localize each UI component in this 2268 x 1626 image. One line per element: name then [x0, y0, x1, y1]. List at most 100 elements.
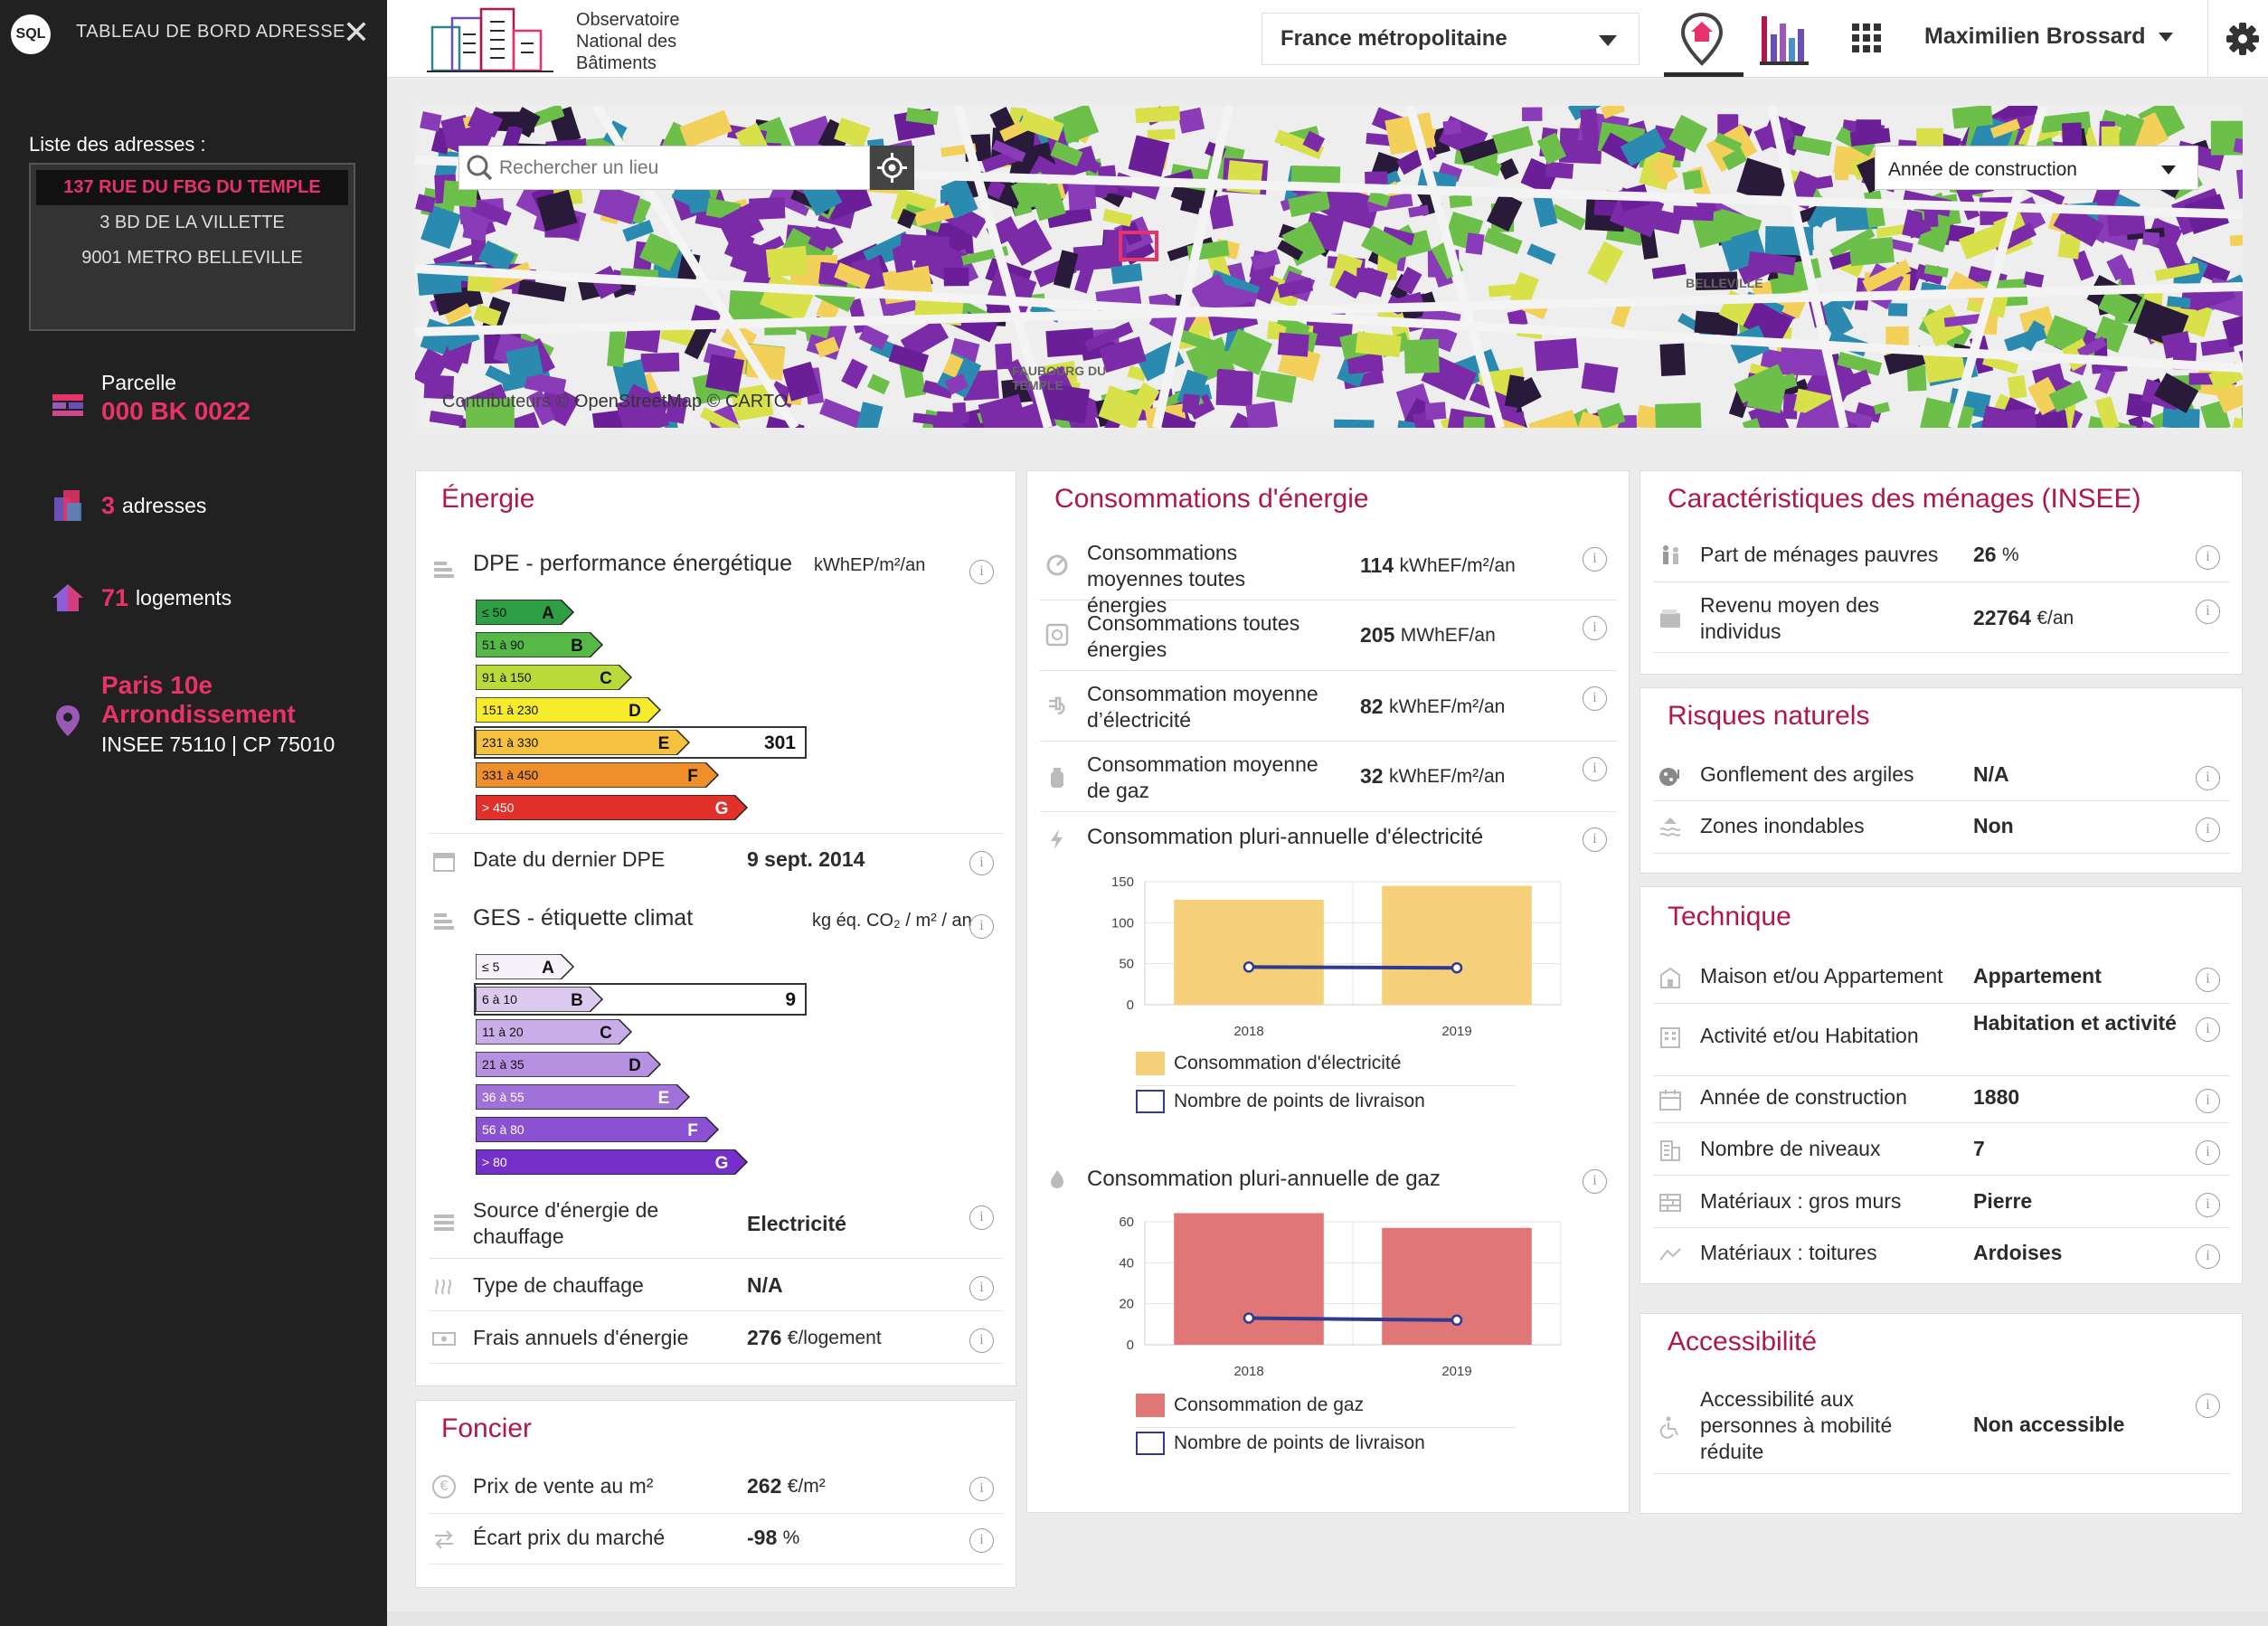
- svg-text:231 à 330: 231 à 330: [482, 735, 538, 750]
- map-layer-select[interactable]: Année de construction: [1875, 146, 2198, 190]
- argiles-label: Gonflement des argiles: [1700, 762, 1914, 786]
- info-icon[interactable]: i: [1583, 616, 1607, 640]
- map-building: [1103, 230, 1127, 262]
- address-item-1[interactable]: 137 RUE DU FBG DU TEMPLE: [36, 170, 348, 205]
- radiator-icon: [434, 1215, 454, 1231]
- map-building: [1465, 232, 1485, 255]
- svg-text:A: A: [542, 959, 554, 978]
- svg-text:D: D: [628, 702, 641, 721]
- info-icon[interactable]: i: [969, 1477, 994, 1501]
- y-tick-label: 50: [1119, 957, 1134, 972]
- info-icon[interactable]: i: [1583, 686, 1607, 711]
- info-icon[interactable]: i: [969, 851, 994, 875]
- tech-row-2-value: Habitation et activité: [1973, 1011, 2177, 1035]
- address-list: 137 RUE DU FBG DU TEMPLE 3 BD DE LA VILL…: [29, 163, 355, 331]
- info-icon[interactable]: i: [1583, 547, 1607, 572]
- accessibilite-value: Non accessible: [1973, 1413, 2125, 1436]
- dpe-date-label: Date du dernier DPE: [473, 847, 666, 871]
- info-icon[interactable]: i: [2196, 1017, 2220, 1042]
- map-view[interactable]: Année de construction BELLEVILLE FAUBOUR…: [415, 106, 2243, 428]
- map-pin-house-icon[interactable]: [1675, 11, 1729, 67]
- svg-text:56 à 80: 56 à 80: [482, 1122, 524, 1137]
- line-point: [1243, 961, 1255, 973]
- app-logo[interactable]: SQL: [11, 14, 51, 54]
- dpe-title: DPE - performance énergétique: [473, 551, 792, 576]
- info-icon[interactable]: i: [2196, 1089, 2220, 1113]
- tech-row-4-value: 7: [1973, 1137, 1985, 1160]
- osm-link[interactable]: OpenStreetMap: [574, 392, 702, 411]
- x-tick-label: 2018: [1233, 1364, 1263, 1379]
- gauge-icon: [1046, 554, 1068, 576]
- info-icon[interactable]: i: [1583, 1169, 1607, 1194]
- active-tab-indicator: [1664, 72, 1744, 77]
- gear-icon[interactable]: [2216, 11, 2268, 67]
- map-building: [607, 330, 627, 368]
- map-building: [1462, 416, 1485, 428]
- map-building: [1682, 169, 1703, 191]
- user-menu[interactable]: Maximilien Brossard: [1924, 24, 2173, 50]
- svg-text:> 80: > 80: [482, 1155, 507, 1169]
- gaz-legend-line[interactable]: Nombre de points de livraison: [1136, 1432, 1425, 1455]
- close-icon[interactable]: ✕: [340, 16, 373, 49]
- people-icon: [1663, 545, 1678, 564]
- carto-link[interactable]: CARTO: [725, 392, 788, 411]
- info-icon[interactable]: i: [2196, 818, 2220, 842]
- map-search-input[interactable]: [499, 156, 861, 179]
- info-icon[interactable]: i: [1583, 757, 1607, 781]
- card-foncier: Foncier € Prix de vente au m² 262 €/m² i…: [415, 1400, 1016, 1588]
- separator: [1040, 741, 1617, 742]
- elec-legend-bar[interactable]: Consommation d'électricité: [1136, 1052, 1401, 1075]
- info-icon[interactable]: i: [2196, 1140, 2220, 1165]
- ges-class-D: 21 à 35 D: [476, 1052, 662, 1077]
- gaz-legend-bar[interactable]: Consommation de gaz: [1136, 1394, 1364, 1417]
- info-icon[interactable]: i: [2196, 766, 2220, 790]
- conso-row-4-label: Consommation moyenne de gaz: [1087, 752, 1318, 802]
- dpe-class-B: 51 à 90 B: [476, 632, 604, 657]
- address-item-2[interactable]: 3 BD DE LA VILLETTE: [36, 205, 348, 241]
- elec-legend-line[interactable]: Nombre de points de livraison: [1136, 1090, 1425, 1113]
- map-building: [1534, 337, 1579, 372]
- frais-unit: €/logement: [787, 1328, 882, 1348]
- elec-chart: 0 50 100 150 2018 2019: [1111, 874, 1562, 1039]
- brand-logo[interactable]: Observatoire National des Bâtiments: [427, 4, 680, 74]
- prix-label: Prix de vente au m²: [473, 1474, 654, 1498]
- dpe-class-D: 151 à 230 D: [476, 697, 662, 723]
- legend-swatch: [1136, 1432, 1165, 1455]
- bar-chart-icon[interactable]: [1758, 11, 1812, 67]
- plug-icon: [1049, 696, 1065, 715]
- parcel-icon: [52, 394, 83, 416]
- info-icon[interactable]: i: [969, 1328, 994, 1353]
- info-icon[interactable]: i: [2196, 1244, 2220, 1269]
- info-icon[interactable]: i: [969, 1205, 994, 1230]
- revenu-value: 22764 €/an: [1973, 605, 2074, 631]
- svg-text:G: G: [715, 1154, 729, 1173]
- legend-swatch: [1136, 1052, 1165, 1075]
- map-building: [1906, 364, 1927, 392]
- ecart-amount: -98: [747, 1526, 778, 1549]
- commune-line2: Arrondissement: [101, 700, 296, 728]
- tech-row-4-label: Nombre de niveaux: [1700, 1137, 1881, 1160]
- info-icon[interactable]: i: [969, 560, 994, 584]
- prix-amount: 262: [747, 1474, 782, 1498]
- buildings-logo-icon: [427, 7, 553, 72]
- map-building: [765, 245, 808, 279]
- info-icon[interactable]: i: [2196, 545, 2220, 570]
- region-select[interactable]: France métropolitaine: [1262, 13, 1640, 65]
- apps-grid-icon[interactable]: [1839, 11, 1894, 67]
- separator: [1653, 1227, 2230, 1228]
- info-icon[interactable]: i: [1583, 827, 1607, 852]
- info-icon[interactable]: i: [2196, 968, 2220, 992]
- office-building-icon: [1660, 1027, 1680, 1048]
- map-building: [705, 354, 744, 393]
- separator: [1653, 1003, 2230, 1004]
- info-icon[interactable]: i: [2196, 600, 2220, 624]
- info-icon[interactable]: i: [969, 1528, 994, 1553]
- info-icon[interactable]: i: [2196, 1193, 2220, 1217]
- info-icon[interactable]: i: [969, 1276, 994, 1300]
- address-item-3[interactable]: 9001 METRO BELLEVILLE: [36, 241, 348, 276]
- svg-text:B: B: [571, 637, 583, 656]
- locate-icon[interactable]: [870, 146, 914, 190]
- info-icon[interactable]: i: [969, 914, 994, 939]
- info-icon[interactable]: i: [2196, 1394, 2220, 1418]
- region-select-value: France métropolitaine: [1280, 26, 1507, 51]
